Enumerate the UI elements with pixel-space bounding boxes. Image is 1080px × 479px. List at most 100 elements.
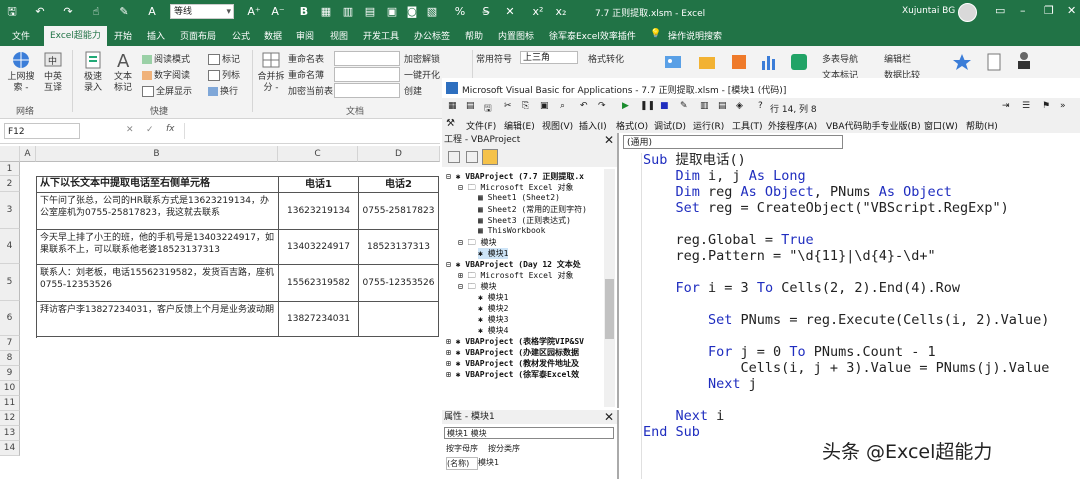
- comment-icon[interactable]: ☰: [1022, 101, 1030, 111]
- col-header-b[interactable]: B: [36, 146, 278, 162]
- vbe-app-icon[interactable]: ⚒: [446, 118, 455, 129]
- table-cell-text[interactable]: 下午问了张总，公司的HR联系方式是13623219134，办公室座机为0755-…: [37, 193, 279, 230]
- table-cell-text[interactable]: 联系人：刘老板，电话15562319582，发货百吉路，座机0755-12353…: [37, 265, 279, 302]
- tab-file[interactable]: 文件: [12, 29, 30, 42]
- tree-item[interactable]: ⊞ ✱ VBAProject (办建区园标数据: [446, 347, 579, 358]
- toolbar-more-icon[interactable]: »: [1060, 101, 1066, 111]
- code-line[interactable]: Dim i, j As Long: [643, 168, 806, 184]
- table-header[interactable]: 电话2: [359, 177, 439, 193]
- plugin-btn-2[interactable]: [694, 52, 720, 74]
- tell-me-search[interactable]: 操作说明搜索: [668, 29, 722, 42]
- bookmark-icon[interactable]: ⚑: [1042, 101, 1050, 111]
- multi-nav-button[interactable]: 多表导航: [822, 52, 858, 65]
- menu-addins[interactable]: 外接程序(A): [768, 119, 817, 132]
- tree-item[interactable]: ⊞ ✱ VBAProject (表格学院VIP&SV: [446, 336, 584, 347]
- reset-icon[interactable]: ■: [660, 101, 669, 111]
- encrypt-input[interactable]: [334, 83, 400, 98]
- menu-view[interactable]: 视图(V): [542, 119, 573, 132]
- cancel-icon[interactable]: ✕: [126, 125, 134, 135]
- cut-icon[interactable]: ✂: [504, 101, 512, 111]
- table-cell-text[interactable]: 今天早上排了小王的班，他的手机号是13403224917，如果联系不上，可以联系…: [37, 230, 279, 265]
- profile-button[interactable]: [1012, 50, 1036, 72]
- col-header-c[interactable]: C: [278, 146, 358, 162]
- object-select[interactable]: 模块1 模块: [444, 427, 614, 439]
- digit-read-button[interactable]: 数字阅读: [142, 68, 190, 81]
- menu-help[interactable]: 帮助(H): [966, 119, 998, 132]
- object-browser-icon[interactable]: ◈: [736, 101, 743, 111]
- tab-data[interactable]: 数据: [264, 29, 282, 42]
- triangle-select[interactable]: 上三角: [520, 51, 578, 64]
- tree-item[interactable]: ✱ 模块4: [478, 325, 508, 336]
- paste-icon[interactable]: ▣: [540, 101, 549, 111]
- user-name[interactable]: Xujuntai BG: [902, 6, 955, 16]
- doc-button[interactable]: [982, 52, 1006, 74]
- table-cell-phone1[interactable]: 15562319582: [279, 265, 359, 302]
- row-header[interactable]: 2: [0, 176, 20, 192]
- format-convert-button[interactable]: 格式转化: [588, 52, 624, 65]
- minimize-icon[interactable]: –: [1020, 4, 1026, 17]
- tab-office-tab[interactable]: 办公标签: [414, 29, 450, 42]
- menu-run[interactable]: 运行(R): [693, 119, 724, 132]
- strike-icon[interactable]: S̶: [478, 4, 494, 20]
- tab-review[interactable]: 审阅: [296, 29, 314, 42]
- tab-alphabetic[interactable]: 按字母序: [446, 443, 478, 454]
- prop-name-value[interactable]: 模块1: [478, 457, 499, 468]
- row-header[interactable]: 12: [0, 411, 20, 426]
- toggle-folders-icon[interactable]: [482, 149, 498, 165]
- row-header[interactable]: 7: [0, 336, 20, 351]
- name-box[interactable]: F12: [4, 123, 80, 139]
- check-icon[interactable]: ✓: [146, 125, 154, 135]
- tree-item[interactable]: ⊟ ✱ VBAProject (Day 12 文本处: [446, 259, 581, 270]
- close-icon[interactable]: ✕: [1067, 4, 1076, 17]
- break-icon[interactable]: ❚❚: [640, 101, 655, 111]
- menu-debug[interactable]: 调试(D): [654, 119, 686, 132]
- tab-view[interactable]: 视图: [330, 29, 348, 42]
- tree-item[interactable]: ▦ ThisWorkbook: [478, 226, 545, 235]
- tree-scrollbar[interactable]: [604, 169, 615, 407]
- common-symbols-button[interactable]: 常用符号: [476, 52, 512, 65]
- code-line[interactable]: reg.Global = True: [643, 232, 814, 248]
- percent-icon[interactable]: %: [452, 4, 468, 20]
- row-header[interactable]: 13: [0, 426, 20, 441]
- code-line[interactable]: Cells(i, j + 3).Value = PNums(j).Value: [643, 360, 1050, 376]
- fullscreen-checkbox[interactable]: 全屏显示: [142, 84, 192, 97]
- tab-help[interactable]: 帮助: [465, 29, 483, 42]
- rename-sheet-input[interactable]: [334, 51, 400, 66]
- plugin-btn-4[interactable]: [756, 52, 782, 74]
- font-shrink-icon[interactable]: A⁻: [270, 4, 286, 20]
- tree-item[interactable]: ⊞ ✱ VBAProject (教材发件地址及: [446, 358, 579, 369]
- col-list-checkbox[interactable]: 列标: [208, 68, 240, 81]
- select-all[interactable]: [0, 146, 20, 162]
- view-code-icon[interactable]: [448, 151, 460, 163]
- menu-edit[interactable]: 编辑(E): [504, 119, 535, 132]
- subscript-icon[interactable]: x₂: [553, 4, 569, 20]
- font-name-select[interactable]: 等线: [170, 4, 234, 20]
- read-mode-button[interactable]: 阅读模式: [142, 52, 190, 65]
- translate-button[interactable]: 中 中英 互译: [40, 50, 66, 94]
- help-icon[interactable]: ?: [758, 101, 763, 111]
- table-icon[interactable]: ▤: [362, 4, 378, 20]
- code-line[interactable]: For i = 3 To Cells(2, 2).End(4).Row: [643, 280, 961, 296]
- code-line[interactable]: Set reg = CreateObject("VBScript.RegExp"…: [643, 200, 1009, 216]
- quick-entry-button[interactable]: 极速 录入: [80, 50, 106, 94]
- row-header[interactable]: 11: [0, 396, 20, 411]
- tree-item[interactable]: ▦ Sheet1 (Sheet2): [478, 193, 560, 202]
- rename-book-button[interactable]: 重命名薄: [288, 68, 324, 81]
- run-icon[interactable]: ▶: [622, 101, 629, 111]
- tab-formulas[interactable]: 公式: [232, 29, 250, 42]
- tree-item[interactable]: ▦ Sheet3 (正则表达式): [478, 215, 571, 226]
- tree-item-selected[interactable]: ✱ 模块1: [478, 248, 509, 259]
- encrypt-sheet-button[interactable]: 加密当前表: [288, 84, 333, 97]
- web-search-button[interactable]: 上网搜 索 -: [6, 50, 36, 94]
- copy-icon[interactable]: ⎘: [522, 101, 529, 111]
- excel-view-icon[interactable]: ▦: [448, 101, 457, 111]
- code-line[interactable]: Sub 提取电话(): [643, 152, 746, 168]
- plugin-btn-5[interactable]: [786, 52, 812, 74]
- tab-excel-super[interactable]: Excel超能力: [44, 26, 107, 46]
- tab-plugin[interactable]: 徐军泰Excel效率插件: [549, 29, 636, 42]
- col-header-a[interactable]: A: [20, 146, 36, 162]
- menu-tools[interactable]: 工具(T): [732, 119, 763, 132]
- border-icon[interactable]: ▦: [318, 4, 334, 20]
- project-explorer-icon[interactable]: ▥: [700, 101, 709, 111]
- font-color-icon[interactable]: A: [144, 4, 160, 20]
